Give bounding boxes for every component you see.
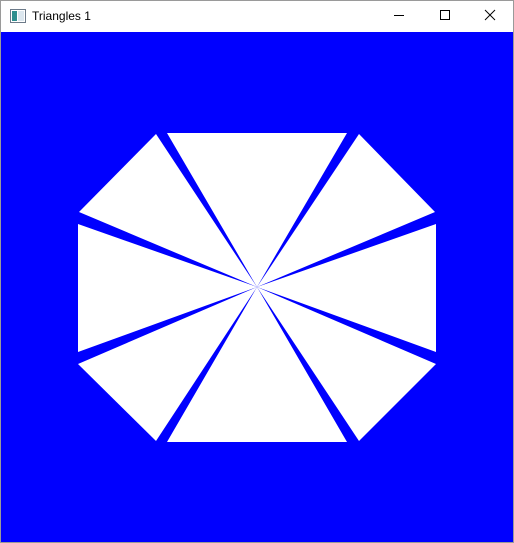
minimize-button[interactable] — [376, 1, 422, 32]
minimize-icon — [393, 8, 405, 26]
close-icon — [484, 8, 496, 26]
maximize-button[interactable] — [422, 1, 468, 32]
title-bar[interactable]: Triangles 1 — [1, 1, 513, 32]
application-window: Triangles 1 — [0, 0, 514, 543]
canvas-area — [1, 32, 513, 542]
window-title: Triangles 1 — [32, 9, 91, 23]
app-window-icon — [10, 9, 26, 23]
triangle-group — [78, 133, 436, 442]
close-button[interactable] — [467, 1, 513, 32]
maximize-icon — [439, 8, 451, 26]
triangle-canvas — [1, 32, 513, 542]
